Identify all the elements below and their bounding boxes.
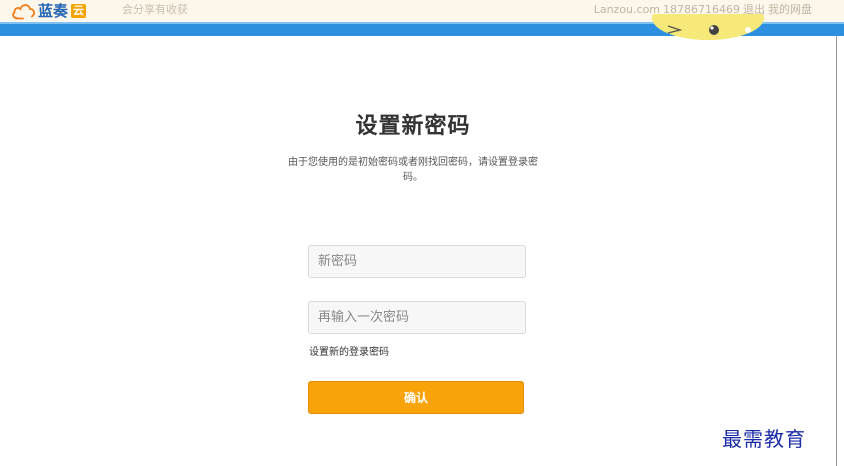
cartoon-face-icon <box>652 14 764 40</box>
watermark: 最需教育 <box>722 427 806 451</box>
password-hint: 设置新的登录密码 <box>309 347 389 358</box>
slogan: 会分享有收获 <box>122 3 188 16</box>
confirm-password-input[interactable] <box>308 301 526 334</box>
page-title: 设置新密码 <box>355 114 471 139</box>
new-password-input[interactable] <box>308 245 526 278</box>
confirm-button[interactable]: 确认 <box>308 381 524 414</box>
cloud-icon <box>12 4 35 20</box>
right-border <box>836 36 837 466</box>
site-logo[interactable]: 蓝奏 云 <box>12 0 87 22</box>
page: 蓝奏 云 会分享有收获 Lanzou.com 18786716469 退出 我的… <box>0 0 844 466</box>
logo-text: 蓝奏 <box>38 2 69 20</box>
page-description: 由于您使用的是初始密码或者刚找回密码，请设置登录密码。 <box>288 157 538 183</box>
my-disk-link[interactable]: 我的网盘 <box>768 0 812 20</box>
logo-badge: 云 <box>71 4 87 18</box>
